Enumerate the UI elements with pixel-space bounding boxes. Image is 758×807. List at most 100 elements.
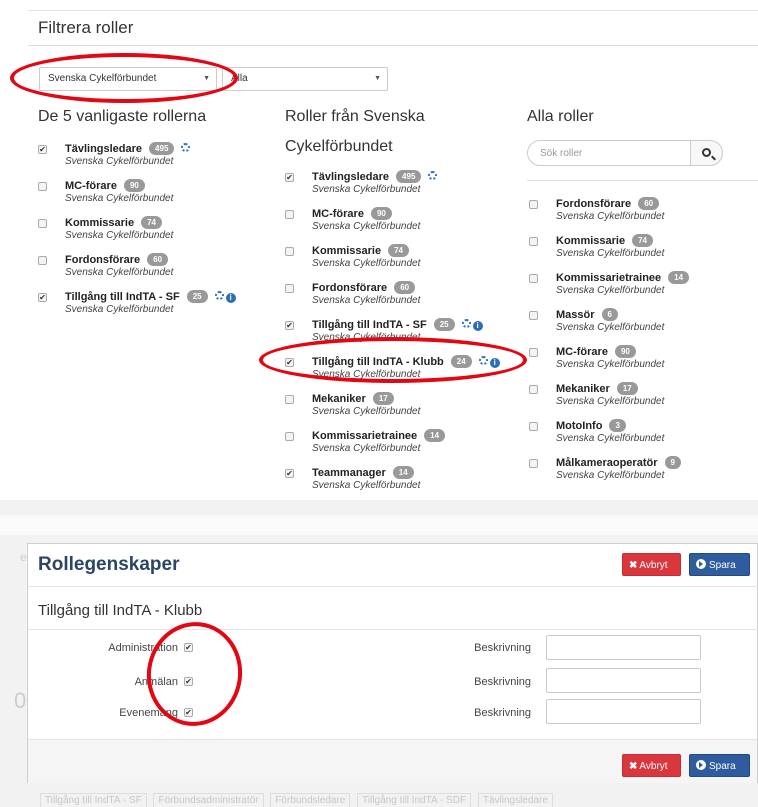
background-tag: Tävlingsledare <box>477 793 553 807</box>
role-name-text: MotoInfo <box>556 420 603 432</box>
role-checkbox[interactable]: ✔ <box>285 469 294 478</box>
background-tag: Tillgång till IndTA - SDF <box>357 793 472 807</box>
scope-select[interactable]: Alla ▼ <box>222 67 388 91</box>
background-tag: Förbundsledare <box>270 793 351 807</box>
description-input-administration[interactable] <box>546 635 701 660</box>
role-search <box>527 140 723 166</box>
role-name: MC-förare 90 <box>312 207 392 220</box>
background-tag: Tillgång till IndTA - SF <box>40 793 147 807</box>
permission-checkbox-administration[interactable]: ✔ <box>184 643 193 652</box>
cancel-button[interactable]: ✖ Avbryt <box>622 754 681 777</box>
gear-icon[interactable] <box>478 356 488 365</box>
cancel-button[interactable]: ✖ Avbryt <box>622 553 681 576</box>
role-count-badge: 60 <box>638 197 660 210</box>
role-name-text: Fordonsförare <box>312 282 388 294</box>
role-name-text: Massör <box>556 309 595 321</box>
gear-icon[interactable] <box>428 171 438 180</box>
role-name-text: Kommissarietrainee <box>556 272 662 284</box>
save-button[interactable]: Spara <box>689 553 750 576</box>
role-checkbox[interactable] <box>529 348 538 357</box>
role-name-text: Målkameraoperatör <box>556 457 658 469</box>
role-organization: Svenska Cykelförbundet <box>312 443 421 454</box>
role-count-badge: 60 <box>394 281 416 294</box>
role-checkbox[interactable]: ✔ <box>38 293 47 302</box>
role-name: Tävlingsledare 495 <box>312 170 438 183</box>
permission-checkbox-evenemang[interactable]: ✔ <box>184 708 193 717</box>
role-count-badge: 90 <box>614 345 636 358</box>
close-icon: ✖ <box>629 761 638 772</box>
role-checkbox[interactable]: ✔ <box>285 321 294 330</box>
role-organization: Svenska Cykelförbundet <box>312 258 421 269</box>
search-button[interactable] <box>690 140 723 166</box>
description-input-evenemang[interactable] <box>546 699 701 724</box>
gear-icon[interactable] <box>181 143 191 152</box>
role-name: Tillgång till IndTA - SF 25 i <box>65 290 236 303</box>
role-checkbox[interactable] <box>285 284 294 293</box>
role-name-text: MC-förare <box>556 346 608 358</box>
save-label: Spara <box>709 761 736 772</box>
role-count-badge: 495 <box>396 170 422 183</box>
role-checkbox[interactable] <box>285 395 294 404</box>
role-count-badge: 74 <box>388 244 409 257</box>
role-checkbox[interactable] <box>38 182 47 191</box>
role-checkbox[interactable] <box>285 210 294 219</box>
role-name-text: Fordonsförare <box>556 198 632 210</box>
role-name-text: MC-förare <box>65 180 117 192</box>
role-name: Tillgång till IndTA - SF 25 i <box>312 318 483 331</box>
role-count-badge: 74 <box>141 216 162 229</box>
gear-icon[interactable] <box>461 319 471 328</box>
role-checkbox[interactable] <box>529 311 538 320</box>
role-count-badge: 14 <box>424 429 446 442</box>
role-checkbox[interactable] <box>529 274 538 283</box>
modal-title: Rollegenskaper <box>38 554 180 575</box>
role-name: Mekaniker 17 <box>312 392 394 405</box>
role-search-input[interactable] <box>527 140 691 166</box>
description-label: Beskrivning <box>474 642 531 654</box>
info-icon[interactable]: i <box>472 321 483 331</box>
role-properties-modal: Rollegenskaper ✖ Avbryt Spara Tillgång ti… <box>27 543 758 783</box>
gear-icon[interactable] <box>214 291 224 300</box>
role-organization: Svenska Cykelförbundet <box>556 396 665 407</box>
role-organization: Svenska Cykelförbundet <box>312 332 421 343</box>
organization-select[interactable]: Svenska Cykelförbundet ▼ <box>39 67 217 91</box>
role-organization: Svenska Cykelförbundet <box>556 285 665 296</box>
permission-label: Anmälan <box>134 676 178 688</box>
role-checkbox[interactable] <box>529 237 538 246</box>
description-input-anmalan[interactable] <box>546 668 701 693</box>
divider <box>28 10 758 11</box>
role-count-badge: 14 <box>668 271 690 284</box>
divider <box>527 180 758 181</box>
role-checkbox[interactable] <box>529 422 538 431</box>
role-organization: Svenska Cykelförbundet <box>65 230 174 241</box>
role-name: Fordonsförare 60 <box>556 197 660 210</box>
role-organization: Svenska Cykelförbundet <box>556 211 665 222</box>
role-name: Kommissarie 74 <box>312 244 409 257</box>
role-name: Massör 6 <box>556 308 618 321</box>
search-icon <box>702 148 711 157</box>
organization-select-value: Svenska Cykelförbundet <box>48 73 157 84</box>
role-checkbox[interactable] <box>529 459 538 468</box>
role-checkbox[interactable]: ✔ <box>285 173 294 182</box>
role-name-text: Mekaniker <box>312 393 366 405</box>
role-count-badge: 9 <box>664 456 681 469</box>
role-organization: Svenska Cykelförbundet <box>65 156 174 167</box>
role-name: Tillgång till IndTA - Klubb 24 i <box>312 355 500 368</box>
role-organization: Svenska Cykelförbundet <box>65 267 174 278</box>
role-checkbox[interactable]: ✔ <box>38 145 47 154</box>
save-button[interactable]: Spara <box>689 754 750 777</box>
role-checkbox[interactable] <box>38 219 47 228</box>
role-count-badge: 6 <box>601 308 618 321</box>
role-name: Tävlingsledare 495 <box>65 142 191 155</box>
role-checkbox[interactable] <box>285 247 294 256</box>
role-count-badge: 24 <box>450 355 472 368</box>
permission-checkbox-anmalan[interactable]: ✔ <box>184 677 193 686</box>
role-checkbox[interactable]: ✔ <box>285 358 294 367</box>
info-icon[interactable]: i <box>489 358 500 368</box>
permission-label: Administration <box>108 642 178 654</box>
role-checkbox[interactable] <box>529 200 538 209</box>
role-checkbox[interactable] <box>529 385 538 394</box>
role-checkbox[interactable] <box>285 432 294 441</box>
info-icon[interactable]: i <box>225 293 236 303</box>
role-checkbox[interactable] <box>38 256 47 265</box>
role-name: MC-förare 90 <box>556 345 636 358</box>
